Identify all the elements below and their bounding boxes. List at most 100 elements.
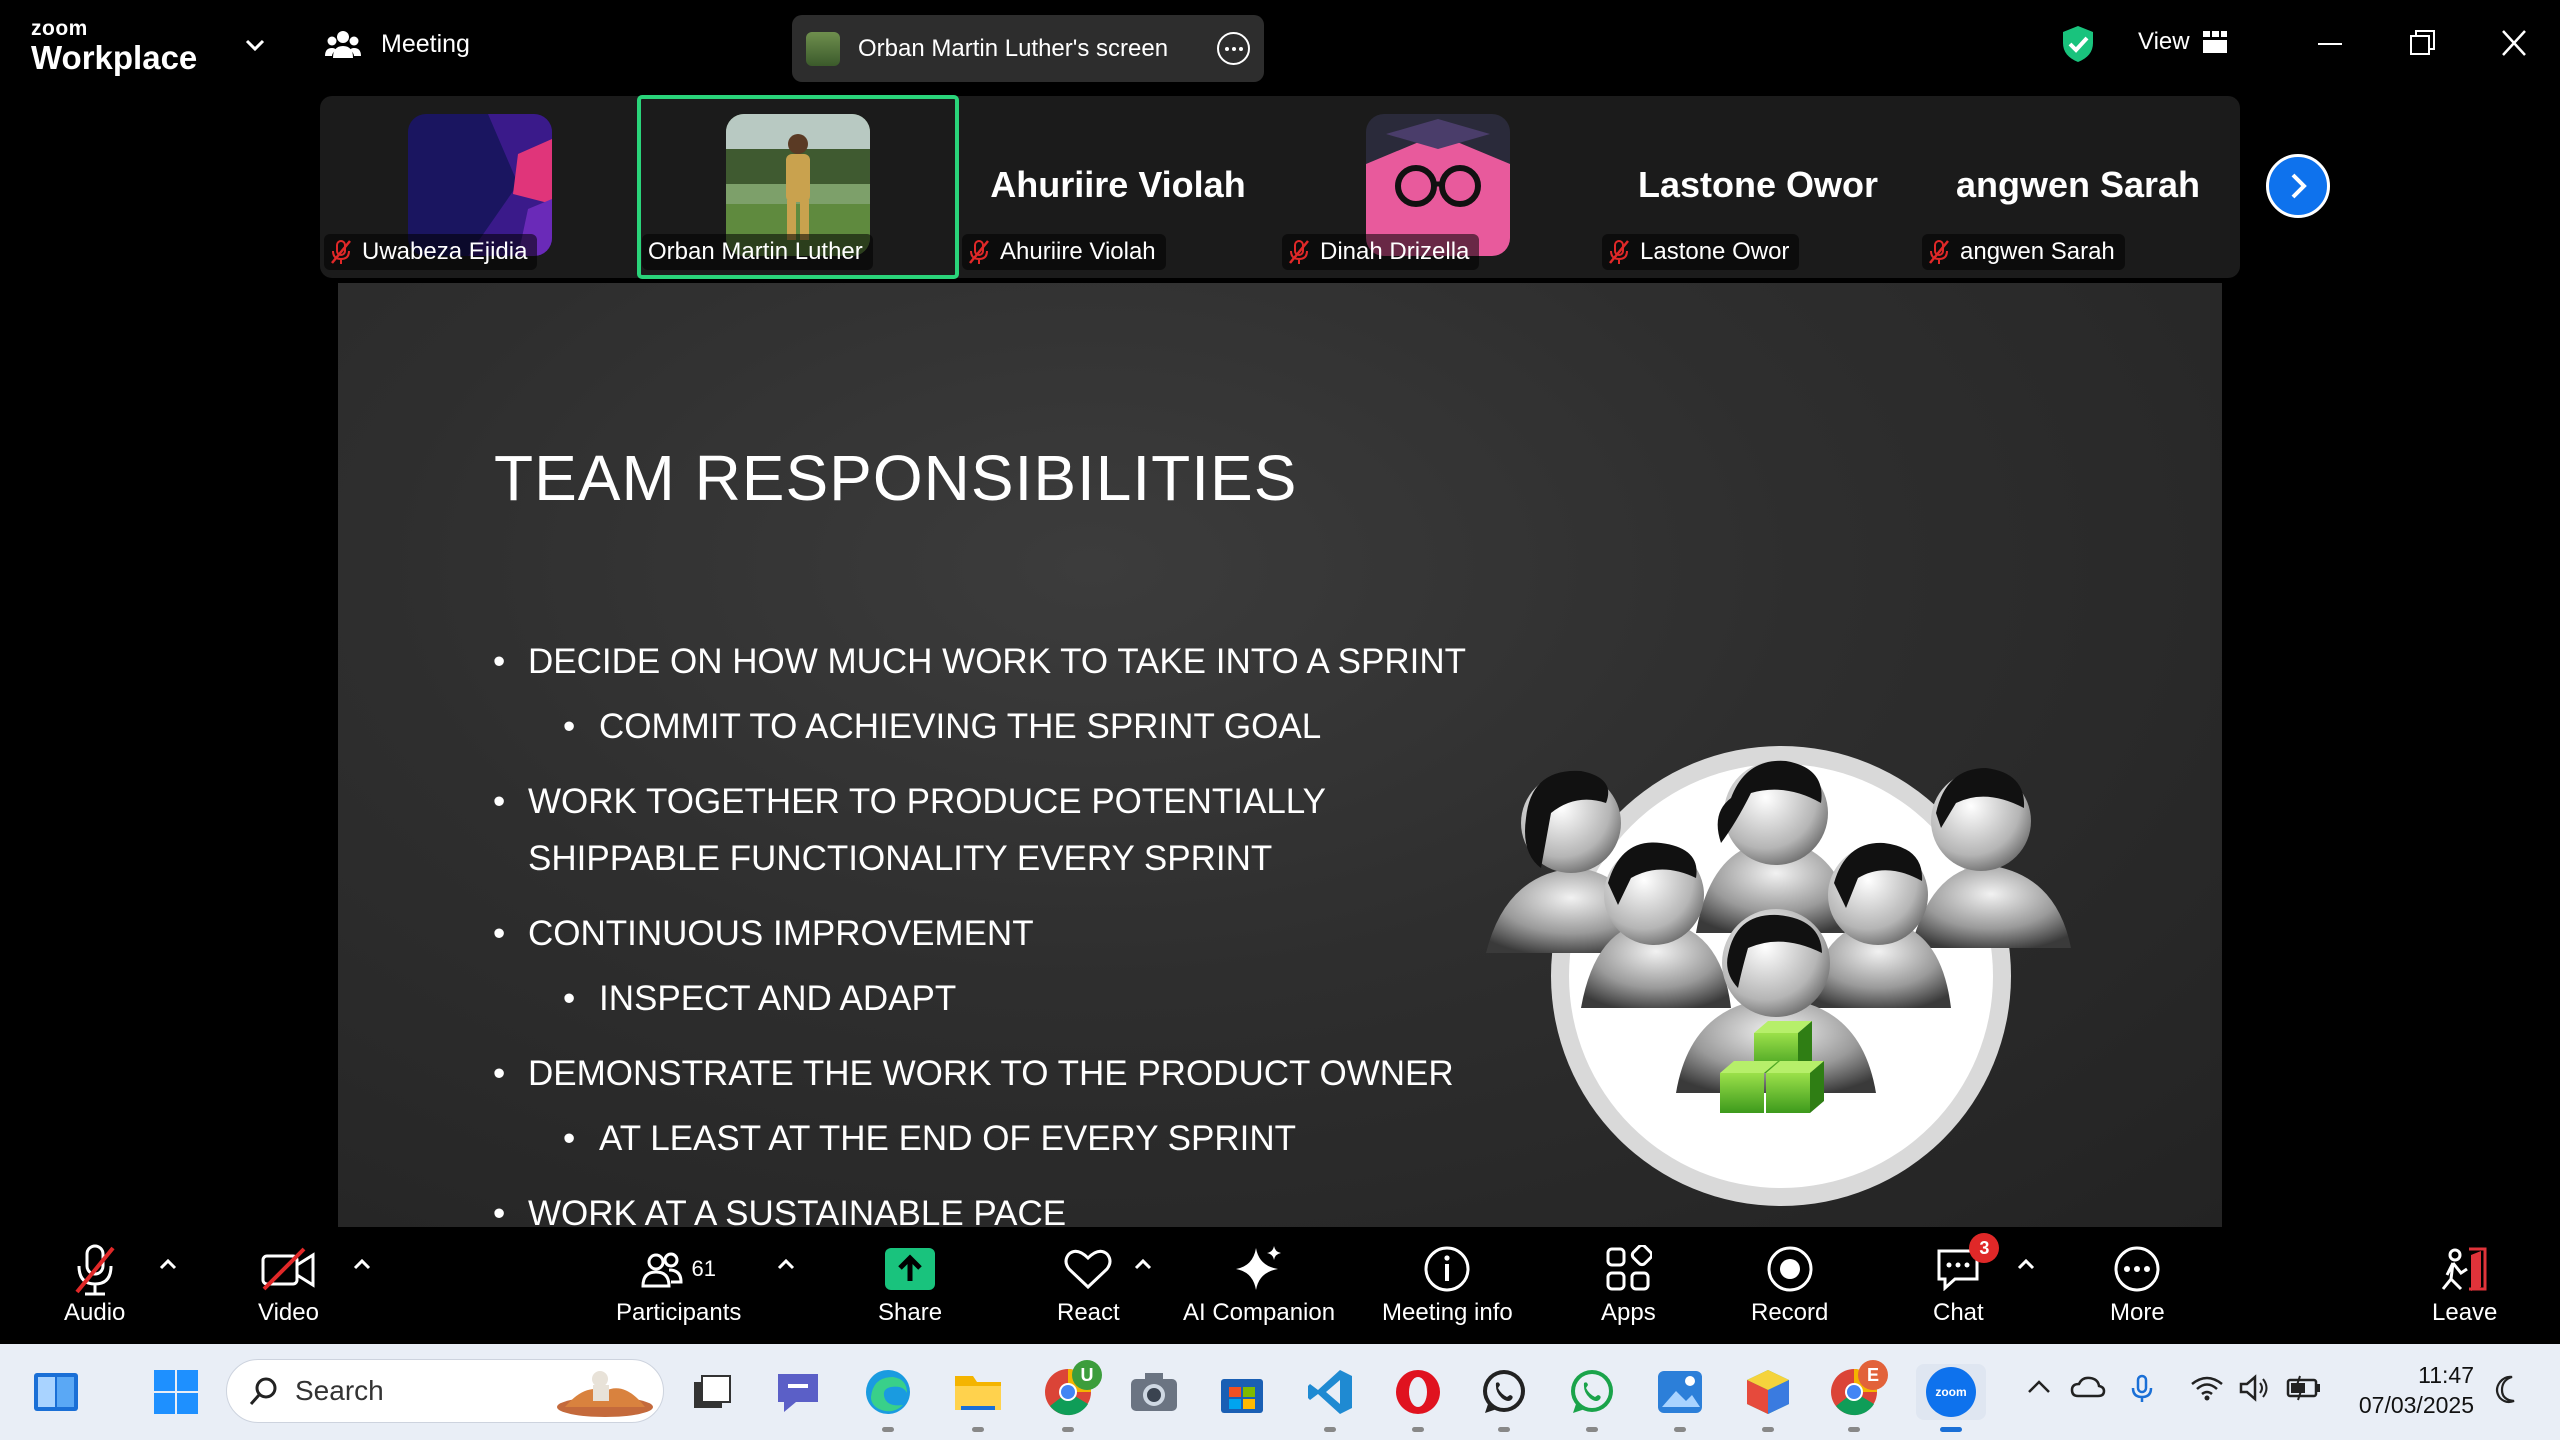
windows-start-icon[interactable] xyxy=(148,1364,204,1420)
share-button[interactable]: Share xyxy=(878,1241,942,1327)
muted-mic-icon xyxy=(1929,240,1949,264)
participant-tile[interactable]: Ahuriire Violah Ahuriire Violah xyxy=(958,96,1278,278)
participant-tile[interactable]: angwen Sarah angwen Sarah xyxy=(1918,96,2238,278)
muted-mic-icon xyxy=(331,240,351,264)
task-view-icon[interactable] xyxy=(684,1364,740,1420)
participant-strip: Uwabeza Ejidia Orban Martin Luther Ahuri… xyxy=(320,95,2240,279)
chevron-up-icon[interactable] xyxy=(2026,1374,2052,1400)
meeting-menu[interactable]: Meeting xyxy=(325,28,470,60)
file-explorer-icon[interactable] xyxy=(950,1364,1006,1432)
onedrive-cloud-icon[interactable] xyxy=(2070,1374,2106,1400)
people-icon xyxy=(325,31,361,58)
volume-icon[interactable] xyxy=(2238,1374,2270,1402)
react-options-chevron-icon[interactable] xyxy=(1133,1257,1153,1271)
next-page-button[interactable] xyxy=(2266,154,2330,218)
whatsapp-icon[interactable] xyxy=(1476,1364,1532,1432)
clock-time: 11:47 xyxy=(2418,1362,2474,1388)
apps-button[interactable]: Apps xyxy=(1601,1241,1656,1327)
participant-name: Lastone Owor xyxy=(1640,238,1790,265)
leave-button[interactable]: Leave xyxy=(2432,1241,2497,1327)
audio-button[interactable]: Audio xyxy=(64,1241,125,1327)
meeting-controls-bar: Audio Video 61 Participants Share React … xyxy=(0,1227,2560,1344)
more-button[interactable]: More xyxy=(2110,1241,2165,1327)
audio-options-chevron-icon[interactable] xyxy=(158,1257,178,1271)
windows-taskbar: Search U E zoom 11:47 07/03/2025 xyxy=(0,1344,2560,1440)
video-button[interactable]: Video xyxy=(258,1241,319,1327)
shared-screen-slide: TEAM RESPONSIBILITIES DECIDE ON HOW MUCH… xyxy=(338,283,2222,1227)
chat-button[interactable]: 3 Chat xyxy=(1933,1233,2000,1327)
chrome-icon[interactable]: U xyxy=(1040,1360,1102,1432)
zoom-logo: zoom Workplace xyxy=(31,18,197,74)
share-label: Share xyxy=(878,1299,943,1326)
info-icon xyxy=(1424,1246,1470,1292)
minimize-icon[interactable] xyxy=(2316,26,2344,62)
photos-icon[interactable] xyxy=(1652,1364,1708,1432)
brand-large: Workplace xyxy=(31,39,198,76)
participant-tile[interactable]: Dinah Drizella xyxy=(1278,96,1598,278)
video-label: Video xyxy=(258,1299,319,1326)
restore-icon[interactable] xyxy=(2408,26,2436,62)
participant-name-tag: Lastone Owor xyxy=(1602,234,1800,270)
participants-options-chevron-icon[interactable] xyxy=(776,1257,796,1271)
participant-tile[interactable]: Uwabeza Ejidia xyxy=(320,96,640,278)
more-options-icon[interactable] xyxy=(1217,32,1250,65)
team-illustration xyxy=(1486,746,2071,1206)
leave-door-icon xyxy=(2441,1247,2487,1291)
share-status-pill[interactable]: Orban Martin Luther's screen xyxy=(792,15,1264,82)
slide-bullet-list: DECIDE ON HOW MUCH WORK TO TAKE INTO A S… xyxy=(493,633,1493,1227)
widgets-icon[interactable] xyxy=(28,1364,84,1420)
sharer-avatar xyxy=(806,31,840,66)
slide-sub-bullet: INSPECT AND ADAPT xyxy=(493,970,1493,1027)
zoom-taskbar-icon[interactable]: zoom xyxy=(1916,1364,1986,1432)
microsoft-store-icon[interactable] xyxy=(1214,1364,1270,1420)
slide-bullet: WORK AT A SUSTAINABLE PACE xyxy=(493,1185,1493,1227)
search-highlight-illustration xyxy=(557,1371,653,1417)
taskbar-search-box[interactable]: Search xyxy=(226,1359,664,1423)
whatsapp-beta-icon[interactable] xyxy=(1564,1364,1620,1432)
participants-button[interactable]: 61 Participants xyxy=(616,1241,741,1327)
muted-mic-icon xyxy=(1289,240,1309,264)
brand-small: zoom xyxy=(31,17,88,40)
battery-charging-icon[interactable] xyxy=(2286,1374,2322,1402)
wifi-icon[interactable] xyxy=(2190,1374,2224,1402)
close-icon[interactable] xyxy=(2500,26,2528,62)
ai-companion-button[interactable]: AI Companion xyxy=(1183,1241,1335,1327)
record-button[interactable]: Record xyxy=(1751,1241,1828,1327)
system-clock[interactable]: 11:47 07/03/2025 xyxy=(2342,1360,2474,1420)
chrome-profile-icon[interactable]: E xyxy=(1826,1360,1888,1432)
bluestacks-icon[interactable] xyxy=(1740,1364,1796,1432)
vscode-icon[interactable] xyxy=(1302,1364,1358,1432)
video-options-chevron-icon[interactable] xyxy=(352,1257,372,1271)
muted-mic-icon xyxy=(969,240,989,264)
participant-name: Dinah Drizella xyxy=(1320,238,1470,265)
do-not-disturb-moon-icon[interactable] xyxy=(2494,1374,2522,1404)
slide-sub-bullet: AT LEAST AT THE END OF EVERY SPRINT xyxy=(493,1110,1493,1167)
title-bar: zoom Workplace Meeting Orban Martin Luth… xyxy=(0,0,2560,92)
opera-icon[interactable] xyxy=(1390,1364,1446,1432)
encryption-shield-icon[interactable] xyxy=(2060,24,2096,64)
chevron-down-icon[interactable] xyxy=(244,38,266,52)
edge-browser-icon[interactable] xyxy=(860,1364,916,1432)
meeting-info-button[interactable]: Meeting info xyxy=(1382,1241,1513,1327)
participants-label: Participants xyxy=(616,1299,742,1326)
chevron-right-icon xyxy=(2291,173,2307,199)
chat-label: Chat xyxy=(1933,1299,1984,1326)
participant-name: Ahuriire Violah xyxy=(1000,238,1156,265)
view-label: View xyxy=(2138,28,2190,55)
participants-icon xyxy=(641,1252,683,1288)
chat-options-chevron-icon[interactable] xyxy=(2016,1257,2036,1271)
ai-companion-label: AI Companion xyxy=(1183,1299,1336,1326)
view-button[interactable]: View xyxy=(2138,28,2228,56)
slide-sub-bullet: COMMIT TO ACHIEVING THE SPRINT GOAL xyxy=(493,698,1493,755)
teams-chat-icon[interactable] xyxy=(770,1364,826,1420)
react-button[interactable]: React xyxy=(1057,1241,1120,1327)
profile-badge: E xyxy=(1858,1360,1888,1390)
svg-text:zoom: zoom xyxy=(1935,1385,1966,1399)
camera-icon[interactable] xyxy=(1126,1364,1182,1420)
participant-tile-active-speaker[interactable]: Orban Martin Luther xyxy=(637,95,959,279)
microphone-icon[interactable] xyxy=(2130,1374,2154,1404)
slide-bullet: DECIDE ON HOW MUCH WORK TO TAKE INTO A S… xyxy=(493,633,1493,690)
participant-tile[interactable]: Lastone Owor Lastone Owor xyxy=(1598,96,1918,278)
slide-bullet: DEMONSTRATE THE WORK TO THE PRODUCT OWNE… xyxy=(493,1045,1493,1102)
search-icon xyxy=(249,1377,277,1405)
